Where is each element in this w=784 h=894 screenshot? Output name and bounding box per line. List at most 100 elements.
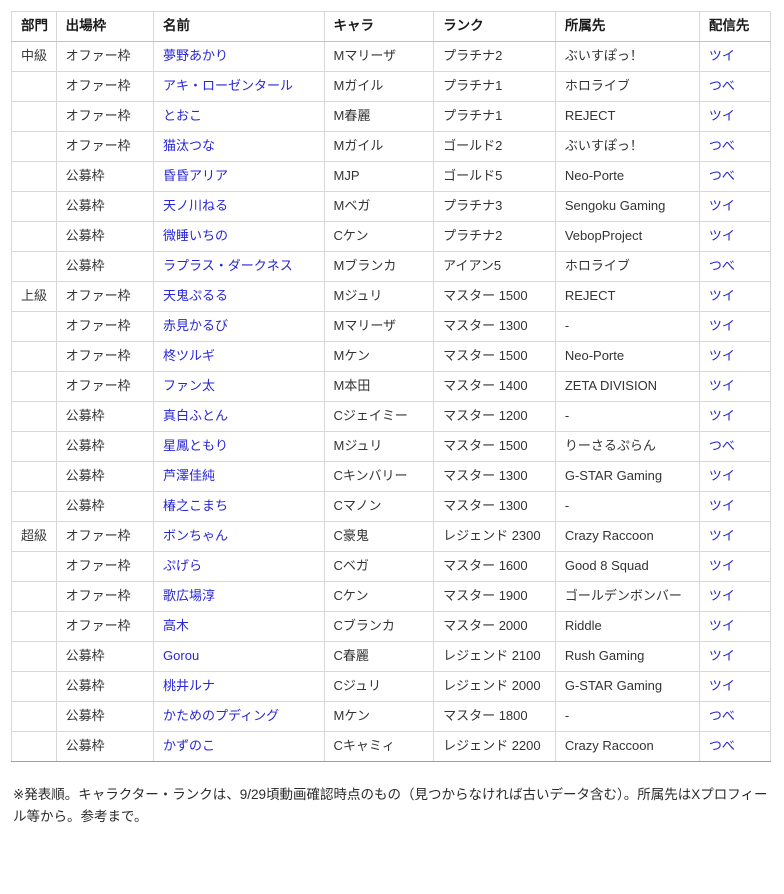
cell-name[interactable]: かずのこ: [153, 731, 325, 762]
cell-name-link[interactable]: 芦澤佳純: [163, 468, 215, 483]
cell-haishin-link[interactable]: ツイ: [709, 48, 735, 63]
cell-name[interactable]: 天ノ川ねる: [153, 191, 325, 222]
cell-name-link[interactable]: とおこ: [163, 108, 202, 123]
cell-name-link[interactable]: ボンちゃん: [163, 528, 228, 543]
cell-name-link[interactable]: Gorou: [163, 648, 199, 663]
cell-name-link[interactable]: 夢野あかり: [163, 48, 228, 63]
cell-haishin-link[interactable]: ツイ: [709, 288, 735, 303]
cell-haishin[interactable]: ツイ: [698, 101, 772, 132]
cell-haishin-link[interactable]: ツイ: [709, 468, 735, 483]
cell-name[interactable]: 真白ふとん: [153, 401, 325, 432]
cell-name-link[interactable]: ファン太: [163, 378, 215, 393]
cell-haishin-link[interactable]: つべ: [709, 738, 735, 753]
cell-haishin[interactable]: つべ: [698, 431, 772, 462]
cell-name[interactable]: 昏昏アリア: [153, 161, 325, 192]
cell-haishin-link[interactable]: ツイ: [709, 648, 735, 663]
cell-name[interactable]: 夢野あかり: [153, 41, 325, 72]
cell-haishin[interactable]: ツイ: [698, 311, 772, 342]
cell-haishin[interactable]: ツイ: [698, 641, 772, 672]
cell-haishin[interactable]: ツイ: [698, 551, 772, 582]
cell-haishin-link[interactable]: ツイ: [709, 228, 735, 243]
cell-haishin[interactable]: ツイ: [698, 221, 772, 252]
cell-haishin-link[interactable]: つべ: [709, 258, 735, 273]
cell-name-link[interactable]: 真白ふとん: [163, 408, 228, 423]
cell-haishin[interactable]: ツイ: [698, 671, 772, 702]
cell-name-link[interactable]: 赤見かるび: [163, 318, 228, 333]
cell-name[interactable]: ラプラス・ダークネス: [153, 251, 325, 282]
cell-haishin-link[interactable]: ツイ: [709, 498, 735, 513]
cell-haishin-link[interactable]: つべ: [709, 78, 735, 93]
cell-name[interactable]: 歌広場淳: [153, 581, 325, 612]
cell-haishin-link[interactable]: ツイ: [709, 378, 735, 393]
cell-name[interactable]: 天鬼ぷるる: [153, 281, 325, 312]
cell-haishin[interactable]: ツイ: [698, 41, 772, 72]
cell-haishin[interactable]: ツイ: [698, 341, 772, 372]
cell-name[interactable]: Gorou: [153, 641, 325, 672]
cell-haishin-link[interactable]: つべ: [709, 708, 735, 723]
cell-name[interactable]: 猫汰つな: [153, 131, 325, 162]
cell-name-link[interactable]: 歌広場淳: [163, 588, 215, 603]
cell-name[interactable]: ファン太: [153, 371, 325, 402]
cell-name[interactable]: アキ・ローゼンタール: [153, 71, 325, 102]
cell-haishin-link[interactable]: つべ: [709, 438, 735, 453]
cell-name-link[interactable]: 猫汰つな: [163, 138, 215, 153]
cell-name[interactable]: 赤見かるび: [153, 311, 325, 342]
cell-haishin[interactable]: つべ: [698, 71, 772, 102]
cell-haishin[interactable]: ツイ: [698, 521, 772, 552]
cell-rank: アイアン5: [433, 251, 556, 282]
cell-name-link[interactable]: ラプラス・ダークネス: [163, 258, 293, 273]
cell-haishin-link[interactable]: ツイ: [709, 348, 735, 363]
table-row: 公募枠 芦澤佳純 Cキンバリー マスター 1300 G-STAR Gaming ツイ: [11, 461, 772, 492]
cell-name-link[interactable]: 天ノ川ねる: [163, 198, 228, 213]
cell-haishin[interactable]: ツイ: [698, 491, 772, 522]
cell-haishin-link[interactable]: つべ: [709, 138, 735, 153]
cell-haishin-link[interactable]: ツイ: [709, 528, 735, 543]
cell-name[interactable]: ボンちゃん: [153, 521, 325, 552]
cell-name[interactable]: 微睡いちの: [153, 221, 325, 252]
cell-haishin[interactable]: ツイ: [698, 401, 772, 432]
cell-haishin[interactable]: ツイ: [698, 191, 772, 222]
cell-haishin-link[interactable]: ツイ: [709, 618, 735, 633]
cell-name[interactable]: ぷげら: [153, 551, 325, 582]
cell-name-link[interactable]: 柊ツルギ: [163, 348, 215, 363]
cell-name-link[interactable]: アキ・ローゼンタール: [163, 78, 293, 93]
cell-haishin[interactable]: ツイ: [698, 611, 772, 642]
cell-name-link[interactable]: 星鳳ともり: [163, 438, 228, 453]
cell-name[interactable]: 椿之こまち: [153, 491, 325, 522]
cell-haishin[interactable]: つべ: [698, 131, 772, 162]
cell-haishin[interactable]: ツイ: [698, 371, 772, 402]
cell-haishin[interactable]: ツイ: [698, 281, 772, 312]
cell-haishin-link[interactable]: ツイ: [709, 558, 735, 573]
cell-name-link[interactable]: かためのプディング: [163, 708, 279, 723]
cell-haishin[interactable]: ツイ: [698, 581, 772, 612]
cell-chara: Cキャミィ: [323, 731, 435, 762]
cell-name[interactable]: とおこ: [153, 101, 325, 132]
cell-name-link[interactable]: 桃井ルナ: [163, 678, 215, 693]
cell-haishin[interactable]: ツイ: [698, 461, 772, 492]
cell-haishin-link[interactable]: ツイ: [709, 588, 735, 603]
cell-haishin[interactable]: つべ: [698, 161, 772, 192]
cell-haishin[interactable]: つべ: [698, 701, 772, 732]
cell-name[interactable]: 高木: [153, 611, 325, 642]
cell-name-link[interactable]: ぷげら: [163, 558, 202, 573]
cell-haishin-link[interactable]: ツイ: [709, 678, 735, 693]
cell-name[interactable]: 芦澤佳純: [153, 461, 325, 492]
cell-name[interactable]: 桃井ルナ: [153, 671, 325, 702]
cell-haishin-link[interactable]: ツイ: [709, 408, 735, 423]
cell-haishin-link[interactable]: ツイ: [709, 198, 735, 213]
cell-name[interactable]: かためのプディング: [153, 701, 325, 732]
cell-name-link[interactable]: 微睡いちの: [163, 228, 228, 243]
cell-name-link[interactable]: 天鬼ぷるる: [163, 288, 228, 303]
cell-name-link[interactable]: 高木: [163, 618, 189, 633]
cell-name-link[interactable]: かずのこ: [163, 738, 215, 753]
cell-name-link[interactable]: 昏昏アリア: [163, 168, 228, 183]
cell-haishin-link[interactable]: ツイ: [709, 318, 735, 333]
cell-haishin-link[interactable]: ツイ: [709, 108, 735, 123]
cell-name[interactable]: 星鳳ともり: [153, 431, 325, 462]
cell-haishin[interactable]: つべ: [698, 731, 772, 762]
cell-haishin[interactable]: つべ: [698, 251, 772, 282]
cell-bumon: [11, 551, 57, 582]
cell-name-link[interactable]: 椿之こまち: [163, 498, 228, 513]
cell-name[interactable]: 柊ツルギ: [153, 341, 325, 372]
cell-haishin-link[interactable]: つべ: [709, 168, 735, 183]
